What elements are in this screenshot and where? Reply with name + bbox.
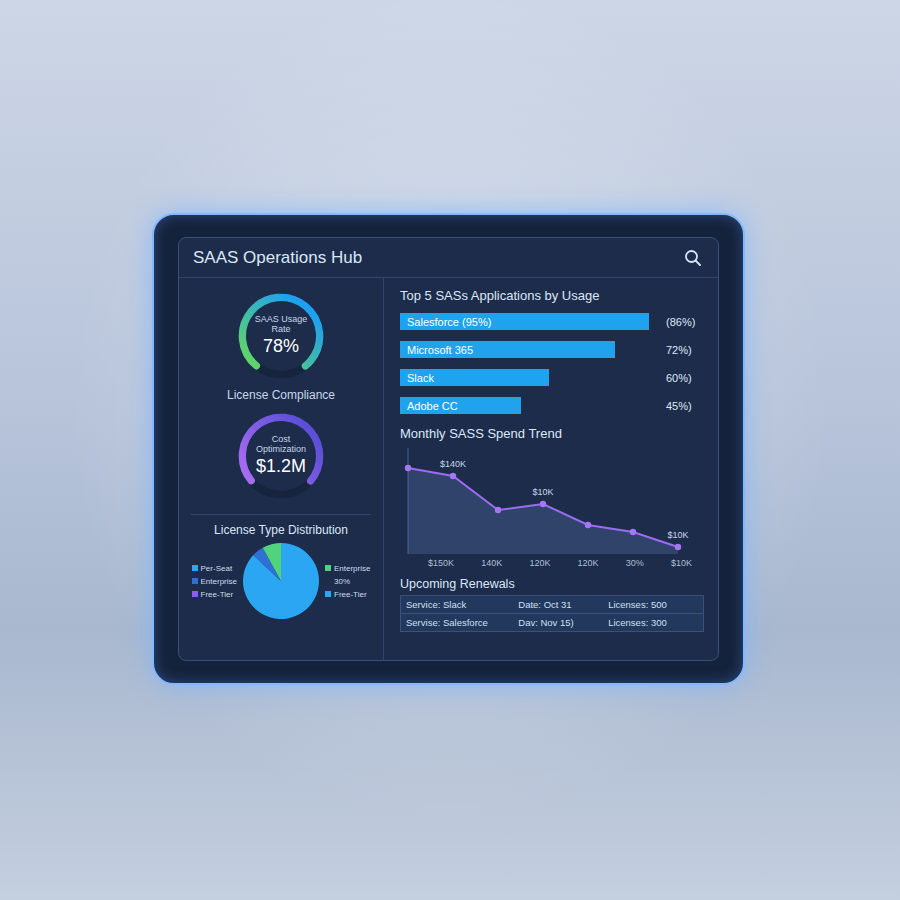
bar-fill: Microsoft 365: [400, 341, 615, 358]
bar-label: Adobe CC: [400, 400, 458, 412]
spend-area: [408, 468, 678, 554]
gauge-value: $1.2M: [256, 456, 306, 478]
pie-slice: [243, 543, 319, 619]
search-icon[interactable]: [684, 249, 702, 267]
spend-point: [675, 544, 681, 550]
legend-marker: [192, 565, 198, 571]
legend-marker: [325, 591, 331, 597]
x-tick: $150K: [428, 558, 454, 568]
bar-label: Salesforce (95%): [400, 316, 491, 328]
top-apps-title: Top 5 SASs Applications by Usage: [400, 288, 704, 304]
legend-label: Enterprise: [201, 577, 237, 586]
spend-line-chart: $140K $10K $10K: [400, 444, 700, 556]
spend-point: [630, 529, 636, 535]
spend-point: [495, 507, 501, 513]
legend-item: Enterprise: [325, 564, 370, 573]
bar-track: Microsoft 365: [400, 341, 662, 358]
renewal-cell: Licenses: 500: [608, 599, 698, 610]
bar-track: Adobe CC: [400, 397, 662, 414]
bar-value: 45%): [666, 400, 704, 412]
legend-label: Free-Tier: [201, 590, 234, 599]
bar-track: Slack: [400, 369, 662, 386]
bar-row: Adobe CC 45%): [400, 397, 704, 414]
dashboard-body: SAAS Usage Rate78%License ComplianceCost…: [179, 278, 718, 660]
bar-label: Microsoft 365: [400, 344, 473, 356]
legend-label: Free-Tier: [334, 590, 367, 599]
point-label: $10K: [532, 487, 553, 497]
search-button[interactable]: [682, 247, 704, 269]
gauge-text: SAAS Usage Rate78%: [235, 290, 327, 382]
dashboard-panel: SAAS Operations HubSAAS Usage Rate78%Lic…: [178, 237, 719, 661]
legend-label: Enterprise: [334, 564, 370, 573]
renewal-cell: Service: Slack: [406, 599, 518, 610]
left-column: SAAS Usage Rate78%License ComplianceCost…: [179, 278, 384, 660]
dashboard-title: SAAS Operations Hub: [193, 248, 362, 268]
spend-trend-title: Monthly SASS Spend Trend: [400, 426, 704, 442]
bar-fill: Adobe CC: [400, 397, 521, 414]
bar-label: Slack: [400, 372, 434, 384]
legend-marker: [192, 578, 198, 584]
x-axis-ticks: $150K 140K 120K 120K 30% $10K: [400, 556, 704, 568]
renewals-table: Service: SlackDate: Oct 31Licenses: 500S…: [400, 596, 704, 632]
gauge: SAAS Usage Rate78%: [235, 290, 327, 382]
pie-chart: [241, 541, 321, 621]
renewal-cell: Servise: Salesforce: [406, 617, 518, 628]
right-column: Top 5 SASs Applications by Usage Salesfor…: [384, 278, 718, 660]
bar-value: (86%): [666, 316, 704, 328]
divider: [191, 514, 371, 515]
bar-row: Microsoft 365 72%): [400, 341, 704, 358]
spend-point: [450, 473, 456, 479]
spend-point: [540, 501, 546, 507]
legend-item: 30%: [325, 577, 370, 586]
point-label: $140K: [440, 459, 466, 469]
renewals-title: Upcoming Renewals: [400, 576, 704, 592]
x-tick: 120K: [529, 558, 550, 568]
legend-right: Enterprise 30% Free-Tier: [325, 564, 370, 599]
bar-value: 72%): [666, 344, 704, 356]
renewal-row[interactable]: Service: SlackDate: Oct 31Licenses: 500: [400, 595, 704, 614]
renewal-cell: Licenses: 300: [608, 617, 698, 628]
legend-marker: [325, 578, 331, 584]
usage-bars: Salesforce (95%) (86%) Microsoft 365 72%) Sl…: [400, 313, 704, 414]
bar-fill: Salesforce (95%): [400, 313, 649, 330]
legend-item: Free-Tier: [192, 590, 237, 599]
spend-point: [585, 522, 591, 528]
bar-row: Salesforce (95%) (86%): [400, 313, 704, 330]
bar-track: Salesforce (95%): [400, 313, 662, 330]
legend-marker: [192, 591, 198, 597]
legend-left: Per-Seat Enterprise Free-Tier: [192, 564, 237, 599]
legend-label: 30%: [334, 577, 350, 586]
gauge-text: Cost Optimization$1.2M: [235, 410, 327, 502]
compliance-caption: License Compliance: [227, 382, 335, 410]
legend-label: Per-Seat: [201, 564, 233, 573]
gauge: Cost Optimization$1.2M: [235, 410, 327, 502]
pie-slice: [263, 543, 281, 581]
bar-row: Slack 60%): [400, 369, 704, 386]
point-label: $10K: [667, 530, 688, 540]
x-tick: $10K: [671, 558, 692, 568]
office-background: SAAS Operations HubSAAS Usage Rate78%Lic…: [0, 0, 900, 900]
legend-marker: [325, 565, 331, 571]
gauge-value: 78%: [263, 336, 299, 358]
distribution-title: License Type Distribution: [214, 523, 348, 537]
bar-value: 60%): [666, 372, 704, 384]
header: SAAS Operations Hub: [179, 238, 718, 278]
x-tick: 140K: [481, 558, 502, 568]
distribution-chart: Per-Seat Enterprise Free-Tier Enterprise 30%…: [192, 541, 371, 621]
x-tick: 30%: [626, 558, 644, 568]
legend-item: Free-Tier: [325, 590, 370, 599]
x-tick: 120K: [578, 558, 599, 568]
renewal-row[interactable]: Servise: SalesforceDav: Nov 15)Licenses:…: [400, 613, 704, 632]
tablet-device: SAAS Operations HubSAAS Usage Rate78%Lic…: [152, 213, 745, 685]
renewal-cell: Dav: Nov 15): [518, 617, 608, 628]
legend-item: Per-Seat: [192, 564, 237, 573]
renewal-cell: Date: Oct 31: [518, 599, 608, 610]
bar-fill: Slack: [400, 369, 549, 386]
gauge-label: Cost Optimization: [248, 435, 314, 455]
legend-item: Enterprise: [192, 577, 237, 586]
gauge-label: SAAS Usage Rate: [248, 315, 314, 335]
spend-line: [408, 468, 678, 547]
spend-point: [405, 465, 411, 471]
